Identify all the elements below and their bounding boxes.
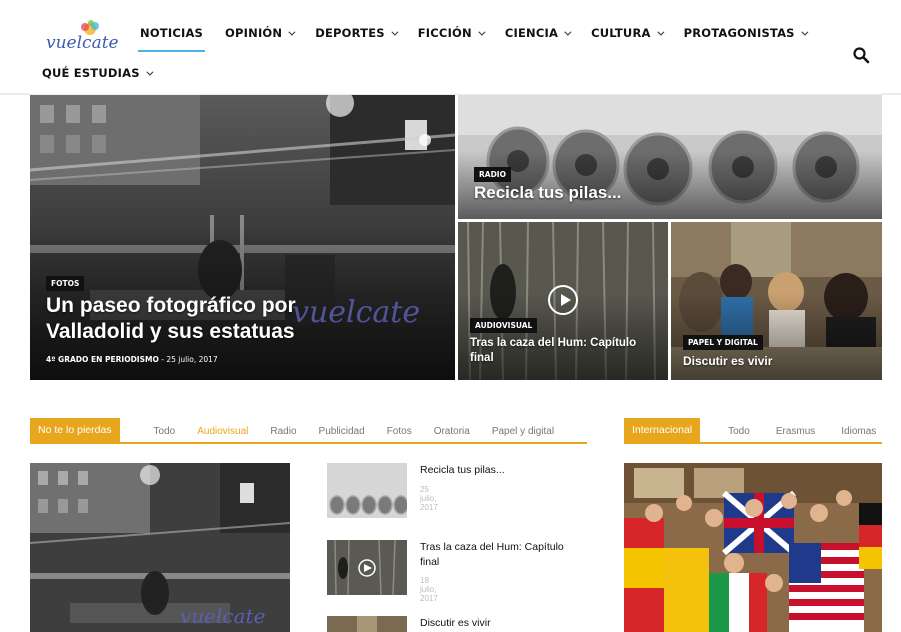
featured-radio-title[interactable]: Recicla tus pilas... [474,183,621,203]
featured-radio-article[interactable]: RADIO Recicla tus pilas... [458,95,882,219]
nav-que-estudias[interactable]: QUÉ ESTUDIAS [42,66,154,90]
site-logo[interactable]: vuelcate [44,20,130,54]
filter-idiomas[interactable]: Idiomas [841,426,876,437]
list-item-date: 25 julio, 2017 [420,485,438,512]
filter-audiovisual[interactable]: Audiovisual [197,426,248,437]
nav-cultura[interactable]: CULTURA [591,26,665,50]
students-thumb [327,616,407,632]
filter-todo[interactable]: Todo [728,426,750,437]
chevron-down-icon [146,68,154,76]
forest-thumb [327,540,407,595]
main-nav: NOTICIAS OPINIÓN DEPORTES FICCIÓN CIENCI… [137,26,809,52]
featured-papel-title[interactable]: Discutir es vivir [683,354,772,368]
category-tag[interactable]: RADIO [474,167,511,182]
watermark-logo: vuelcate [180,604,265,628]
featured-main-article[interactable]: vuelcate FOTOS Un paseo fotográfico por … [30,95,455,380]
chevron-down-icon [288,28,296,36]
block-internacional-header: Internacional Todo Erasmus Idiomas [624,418,882,444]
filter-todo[interactable]: Todo [154,426,176,437]
nav-ciencia[interactable]: CIENCIA [505,26,572,50]
nav-deportes[interactable]: DEPORTES [315,26,399,50]
chevron-down-icon [801,28,809,36]
list-thumb[interactable] [327,463,407,518]
nav-protagonistas[interactable]: PROTAGONISTAS [684,26,809,50]
valladolid-photo: vuelcate [30,463,290,632]
site-header: vuelcate NOTICIAS OPINIÓN DEPORTES FICCI… [30,8,882,94]
block-filters: Todo Erasmus Idiomas [728,426,876,442]
category-tag[interactable]: PAPEL Y DIGITAL [683,335,763,350]
svg-text:vuelcate: vuelcate [46,33,119,53]
nav-ficcion[interactable]: FICCIÓN [418,26,486,50]
block-no-te-lo-pierdas-header: No te lo pierdas Todo Audiovisual Radio … [30,418,587,444]
filter-publicidad[interactable]: Publicidad [319,426,365,437]
nav-noticias[interactable]: NOTICIAS [137,26,206,52]
block-title: Internacional [624,418,701,442]
category-tag[interactable]: AUDIOVISUAL [470,318,538,333]
date: - 25 julio, 2017 [161,355,218,364]
filter-fotos[interactable]: Fotos [387,426,412,437]
list-item-title[interactable]: Tras la caza del Hum: Capítulo final [420,540,585,570]
nav-opinion[interactable]: OPINIÓN [225,26,296,50]
featured-audiovisual-article[interactable]: AUDIOVISUAL Tras la caza del Hum: Capítu… [458,222,668,380]
chevron-down-icon [656,28,665,36]
list-thumb[interactable] [327,540,407,595]
list-item-title[interactable]: Recicla tus pilas... [420,463,585,478]
chevron-down-icon [391,28,399,36]
chevron-down-icon [564,28,572,36]
watermark-logo: vuelcate [292,295,421,330]
article-meta: 4º GRADO EN PERIODISMO - 25 julio, 2017 [46,355,218,364]
filter-papel-y-digital[interactable]: Papel y digital [492,426,554,437]
chevron-down-icon [478,28,486,36]
featured-papel-article[interactable]: PAPEL Y DIGITAL Discutir es vivir [671,222,882,380]
play-icon[interactable] [548,285,578,315]
secondary-nav: QUÉ ESTUDIAS [42,66,154,90]
block2-main-image[interactable] [624,463,882,632]
filter-radio[interactable]: Radio [270,426,296,437]
list-thumb[interactable] [327,616,407,632]
block-filters: Todo Audiovisual Radio Publicidad Fotos … [154,426,555,442]
featured-audiovisual-title[interactable]: Tras la caza del Hum: Capítulo final [470,336,636,366]
category-tag[interactable]: FOTOS [46,276,85,291]
block-title: No te lo pierdas [30,418,120,442]
search-icon[interactable] [852,46,870,64]
author[interactable]: 4º GRADO EN PERIODISMO [46,355,159,364]
list-item-title[interactable]: Discutir es vivir [420,616,585,631]
flags-students-photo [624,463,882,632]
featured-main-title[interactable]: Un paseo fotográfico por Valladolid y su… [46,293,296,345]
block1-main-image[interactable]: vuelcate [30,463,290,632]
batteries-thumb [327,463,407,518]
filter-oratoria[interactable]: Oratoria [434,426,470,437]
list-item-date: 18 julio, 2017 [420,576,438,603]
filter-erasmus[interactable]: Erasmus [776,426,815,437]
